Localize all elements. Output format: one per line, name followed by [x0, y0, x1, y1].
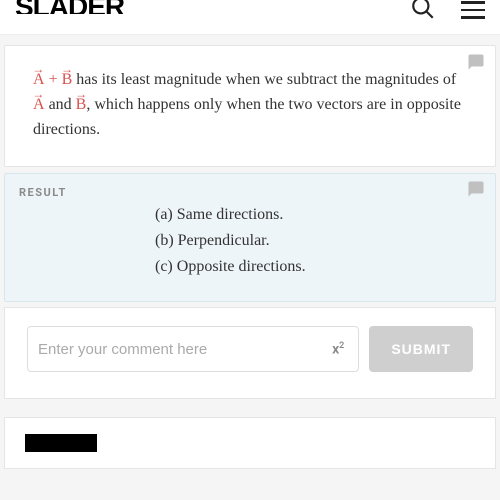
comment-input-wrap: x2 — [27, 326, 359, 372]
thumbnail — [25, 434, 97, 452]
superscript-button[interactable]: x2 — [328, 339, 348, 360]
main-content: A + B has its least magnitude when we su… — [0, 35, 500, 469]
result-item: (b) Perpendicular. — [155, 229, 475, 253]
explanation-card: A + B has its least magnitude when we su… — [4, 45, 496, 167]
vector-b: B — [76, 96, 87, 113]
related-card[interactable] — [4, 417, 496, 469]
comment-input[interactable] — [38, 341, 328, 358]
result-item: (a) Same directions. — [155, 203, 475, 227]
vector-a: A — [33, 96, 45, 113]
explanation-text-2: and — [45, 96, 76, 113]
app-header: SLADER — [0, 0, 500, 35]
comment-icon[interactable] — [467, 52, 485, 80]
explanation-text-1: has its least magnitude when we subtract… — [72, 71, 456, 88]
explanation-text-3: , which happens only when the two vector… — [33, 96, 461, 138]
logo: SLADER — [15, 0, 124, 14]
result-body: (a) Same directions. (b) Perpendicular. … — [5, 203, 495, 301]
result-card: RESULT (a) Same directions. (b) Perpendi… — [4, 173, 496, 302]
menu-icon[interactable] — [461, 1, 485, 19]
comment-section: x2 SUBMIT — [4, 307, 496, 399]
header-actions — [410, 0, 485, 25]
result-item: (c) Opposite directions. — [155, 255, 475, 279]
submit-button[interactable]: SUBMIT — [369, 326, 473, 372]
comment-icon[interactable] — [467, 180, 485, 203]
result-label: RESULT — [5, 174, 495, 203]
search-icon[interactable] — [410, 0, 436, 25]
